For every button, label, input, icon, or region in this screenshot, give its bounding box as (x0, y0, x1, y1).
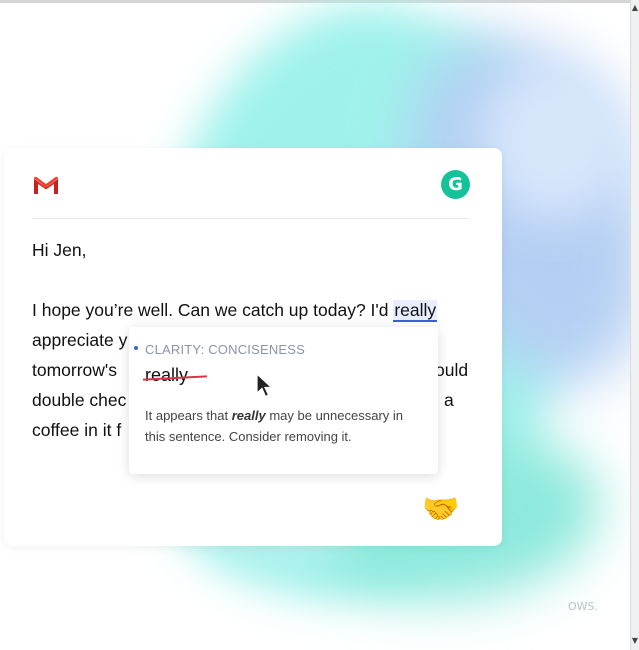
suggestion-explanation: It appears that really may be unnecessar… (145, 408, 404, 444)
grammarly-suggestion-card[interactable]: CLARITY: CONCISENESS really It appears t… (129, 327, 438, 474)
header-divider (32, 218, 469, 219)
grammarly-logo-icon[interactable]: G (441, 170, 470, 199)
suggestion-indicator-dot (134, 346, 138, 350)
greeting-text: Hi Jen, (32, 240, 87, 260)
scroll-down-icon[interactable]: ▼ (631, 636, 639, 648)
handshake-icon: 🤝 (422, 492, 460, 527)
suggested-removal-word[interactable]: really (145, 365, 188, 386)
suggestion-category: CLARITY: CONCISENESS (145, 342, 306, 357)
scrollbar[interactable] (630, 0, 639, 650)
mouse-pointer-icon (256, 373, 274, 398)
body-line-1: I hope you’re well. Can we catch up toda… (32, 300, 438, 322)
gmail-logo-icon (34, 176, 58, 194)
scroll-up-icon[interactable]: ▲ (631, 3, 639, 17)
background-gradient-blob (480, 60, 630, 220)
watermark-text: OWS. (568, 600, 599, 613)
window-top-border (0, 0, 639, 3)
highlighted-word-really[interactable]: really (393, 300, 438, 322)
